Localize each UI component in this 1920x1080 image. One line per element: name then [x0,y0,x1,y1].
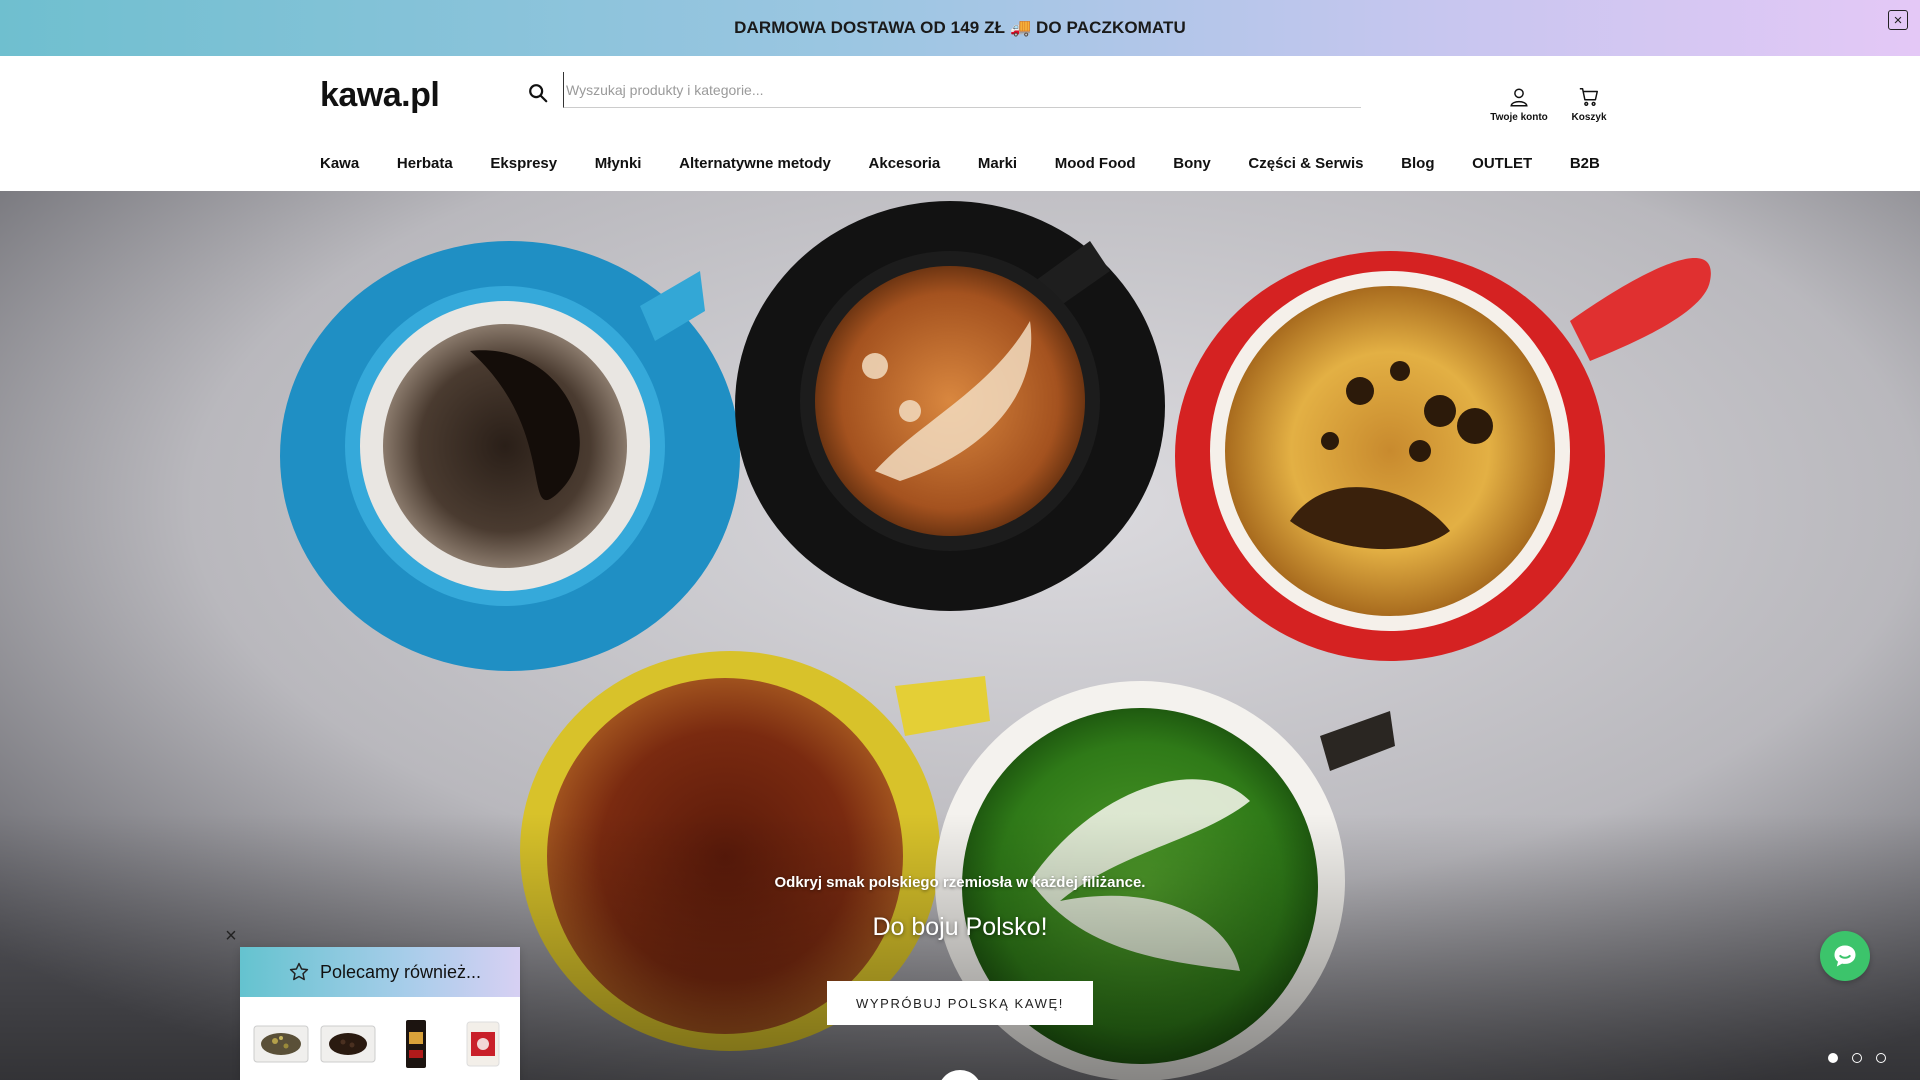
nav-item-bony[interactable]: Bony [1173,155,1211,172]
recommendations-close-button[interactable]: × [222,926,240,946]
nav-item-czesci-serwis[interactable]: Części & Serwis [1248,155,1363,172]
search-icon[interactable] [527,82,549,104]
main-nav: Kawa Herbata Ekspresy Młynki Alternatywn… [320,148,1600,178]
recommended-product-3[interactable] [387,1015,445,1073]
cart-button[interactable]: Koszyk [1554,86,1624,123]
nav-item-herbata[interactable]: Herbata [397,155,453,172]
slider-dot-1[interactable] [1828,1053,1838,1063]
hero-title: Do boju Polsko! [872,913,1048,941]
hero-subtitle: Odkryj smak polskiego rzemiosła w każdej… [774,874,1146,891]
recommendations-title: Polecamy również... [320,961,482,982]
nav-item-kawa[interactable]: Kawa [320,155,359,172]
nav-item-outlet[interactable]: OUTLET [1472,155,1532,172]
site-header: kawa.pl Twoje konto Koszyk Kawa Herbata … [0,56,1920,191]
recommended-product-2[interactable] [320,1015,378,1073]
nav-item-akcesoria[interactable]: Akcesoria [869,155,941,172]
cart-icon [1579,88,1598,106]
loose-tea-product-image [253,1025,309,1063]
nav-item-marki[interactable]: Marki [978,155,1017,172]
recommendations-list [240,997,520,1073]
promo-bar: DARMOWA DOSTAWA OD 149 ZŁ 🚚 DO PACZKOMAT… [0,0,1920,56]
user-icon [1510,88,1528,107]
slider-pagination [1828,1053,1886,1063]
nav-item-ekspresy[interactable]: Ekspresy [490,155,557,172]
logo[interactable]: kawa.pl [320,76,440,115]
search-input[interactable] [563,72,1361,108]
recommended-product-4[interactable] [455,1015,513,1073]
recommendations-header[interactable]: Polecamy również... [240,947,520,997]
coffee-tin-product-image [466,1021,500,1067]
account-button[interactable]: Twoje konto [1484,86,1554,123]
promo-close-button[interactable]: × [1888,10,1908,30]
roasted-beans-product-image [320,1025,376,1063]
nav-item-blog[interactable]: Blog [1401,155,1434,172]
promo-text: DARMOWA DOSTAWA OD 149 ZŁ 🚚 DO PACZKOMAT… [734,18,1186,37]
coffee-bag-product-image [405,1020,426,1068]
recommended-product-1[interactable] [252,1015,310,1073]
slider-dot-2[interactable] [1852,1053,1862,1063]
hero-cta-button[interactable]: WYPRÓBUJ POLSKĄ KAWĘ! [827,981,1093,1025]
nav-item-mood-food[interactable]: Mood Food [1055,155,1136,172]
cart-label: Koszyk [1571,112,1607,123]
star-icon [289,962,309,981]
nav-item-alternatywne-metody[interactable]: Alternatywne metody [679,155,831,172]
nav-item-b2b[interactable]: B2B [1570,155,1600,172]
chat-icon [1834,945,1856,967]
recommendations-panel: Polecamy również... [240,947,520,1080]
slider-dot-3[interactable] [1876,1053,1886,1063]
chat-button[interactable] [1820,931,1870,981]
nav-item-mlynki[interactable]: Młynki [595,155,642,172]
account-label: Twoje konto [1490,112,1548,123]
